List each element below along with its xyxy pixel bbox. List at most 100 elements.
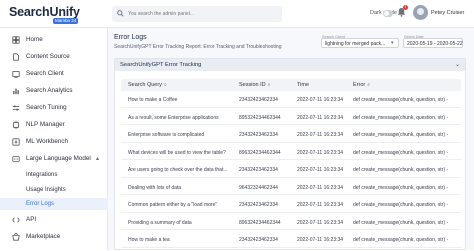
table-cell: 896324234462344 (239, 219, 281, 226)
table-cell: How to make a tea (128, 237, 170, 243)
panel-title: SearchUnifyGPT Error Tracking (120, 62, 202, 68)
table-header: Search Query ⌕ Session ID ⌕ Time Error ⌕ (121, 79, 461, 91)
date-range-picker[interactable]: 2020-05-19 - 2020-05-22 (403, 38, 463, 48)
analytics-icon (13, 88, 19, 95)
table-cell: 23432423462334 (239, 132, 278, 138)
search-icon[interactable]: ⌕ (367, 82, 370, 88)
marketplace-icon (12, 233, 20, 241)
table-cell: 2022-07-11 16:23:34 (297, 149, 344, 156)
table-cell: 23432423462334 (239, 97, 278, 103)
sidebar-item-label: Search Analytics (26, 87, 73, 94)
table-cell: Enterprise software is complicated (128, 132, 205, 138)
table-cell: 96432324462344 (239, 184, 278, 191)
top-bar: SearchUnify Mamba 24 Dark mode 1 Petey C… (0, 0, 474, 28)
sidebar-subitem-error-logs[interactable]: Error Logs (0, 198, 108, 210)
version-badge: Mamba 24 (53, 18, 79, 24)
column-header-session-id[interactable]: Session ID ⌕ (239, 82, 270, 88)
sidebar-item-ml-workbench[interactable]: ML Workbench (0, 135, 108, 149)
table-cell: 2022-07-11 16:23:34 (297, 219, 344, 226)
api-icon (12, 217, 20, 223)
table-cell: 896324234462344 (239, 149, 281, 156)
table-cell: 2022-07-11 16:23:34 (297, 184, 344, 191)
search-icon[interactable]: ⌕ (268, 82, 271, 88)
user-name[interactable]: Petey Cruiser (431, 10, 464, 16)
table-cell: def create_message(chunk, question, str)… (353, 132, 449, 138)
sidebar-subitem-label: Usage Insights (26, 187, 66, 193)
table-row[interactable]: Common pattern either by a "load more" 23… (121, 197, 461, 213)
date-range-value: 2020-05-19 - 2020-05-22 (407, 40, 463, 47)
sidebar-item-label: NLP Manager (26, 121, 65, 128)
sidebar-item-search-client[interactable]: Search Client (0, 67, 108, 81)
chevron-up-icon: ▴ (96, 156, 100, 162)
table-cell: 2022-07-11 16:23:34 (297, 132, 344, 138)
sidebar-item-large-language-model[interactable]: Large Language Model ▴ (0, 152, 108, 166)
table-cell: What devices will be used to view the ta… (128, 149, 226, 156)
table-cell: Are users going to check over the data t… (128, 167, 228, 173)
search-client-dropdown[interactable]: lightning for merged pack... ▾ (321, 38, 399, 48)
table-cell: Dealing with lots of data (128, 184, 182, 191)
sidebar-item-label: Home (26, 36, 43, 43)
tuning-icon (12, 105, 20, 111)
table-cell: 23432423462334 (239, 167, 278, 173)
table-cell: As a result, some Enterprise application… (128, 114, 219, 121)
column-header-error[interactable]: Error ⌕ (353, 82, 370, 88)
table-cell: def create_message(chunk, question, str)… (353, 202, 449, 208)
table-row[interactable]: How to make a Coffee 23432423462334 2022-0… (121, 92, 461, 108)
page-subtitle: SearchUnifyGPT Error Tracking Report: Er… (114, 44, 282, 50)
sidebar-subitem-label: Integrations (26, 172, 58, 178)
table-cell: 2022-07-11 16:23:34 (297, 202, 344, 208)
table-cell: def create_message(chunk, question, str)… (353, 97, 449, 103)
sidebar-item-marketplace[interactable]: Marketplace (0, 230, 108, 244)
table-row[interactable]: Dealing with lots of data 96432324462344 2… (121, 180, 461, 195)
table-cell: How to make a Coffee (128, 97, 178, 103)
table-cell: 2022-07-11 16:23:34 (297, 167, 344, 173)
sidebar-subitem-usage-insights[interactable]: Usage Insights (0, 184, 108, 196)
column-header-label: Error (353, 82, 366, 88)
admin-search-bar[interactable] (112, 6, 282, 22)
sidebar-item-content-source[interactable]: Content Source (0, 50, 108, 64)
table-row[interactable]: Providing a summary of data 8963242344623… (121, 215, 461, 230)
sidebar-item-search-analytics[interactable]: Search Analytics (0, 84, 108, 98)
table-cell: 23432423462334 (239, 237, 278, 243)
table-cell: 2022-07-11 16:23:34 (297, 237, 344, 243)
column-header-search-query[interactable]: Search Query ⌕ (128, 82, 167, 88)
table-row[interactable]: What devices will be used to view the ta… (121, 145, 461, 160)
table-cell: Providing a summary of data (128, 219, 192, 226)
error-tracking-panel: SearchUnifyGPT Error Tracking ⌄ Search Q… (114, 58, 466, 250)
page-title: Error Logs (114, 34, 147, 41)
table-cell: def create_message(chunk, question, str)… (353, 167, 449, 173)
column-header-time[interactable]: Time (297, 82, 309, 88)
sidebar-item-nlp-manager[interactable]: NLP Manager (0, 118, 108, 132)
table-row[interactable]: As a result, some Enterprise application… (121, 110, 461, 125)
sidebar-subitem-integrations[interactable]: Integrations (0, 169, 108, 181)
dark-mode-toggle[interactable] (383, 10, 393, 17)
sidebar-item-search-tuning[interactable]: Search Tuning (0, 101, 108, 115)
table-cell: Common pattern either by a "load more" (128, 202, 218, 208)
table-cell: 2022-07-11 16:23:34 (297, 114, 344, 121)
sidebar-item-api[interactable]: API (0, 213, 108, 227)
sidebar-item-label: API (26, 216, 37, 223)
search-icon (117, 10, 124, 17)
nlp-icon (13, 121, 19, 129)
chevron-down-icon[interactable]: ⌄ (455, 61, 460, 68)
sidebar-item-label: ML Workbench (26, 138, 68, 145)
sidebar-item-home[interactable]: Home (0, 33, 108, 47)
sidebar-item-label: Large Language Model (26, 155, 91, 162)
sidebar-item-label: Search Client (26, 70, 64, 77)
search-icon[interactable]: ⌕ (164, 82, 167, 88)
table-cell: def create_message(chunk, question, str)… (353, 149, 449, 156)
table-row[interactable]: Enterprise software is complicated 234324… (121, 127, 461, 143)
table-row[interactable]: How to make a tea 23432423462334 2022-07-1… (121, 232, 461, 248)
column-header-label: Session ID (239, 82, 266, 88)
table-cell: 895324234462344 (239, 114, 281, 121)
sidebar: Home Content Source Search Client Search… (0, 28, 108, 250)
column-header-label: Search Query (128, 82, 162, 88)
search-client-dropdown-value: lightning for merged pack... (325, 40, 386, 47)
table-cell: 23432423462334 (239, 202, 278, 208)
sidebar-item-label: Content Source (26, 53, 70, 60)
home-icon (12, 36, 20, 44)
user-avatar[interactable] (413, 5, 428, 20)
table-row[interactable]: Are users going to check over the data t… (121, 162, 461, 178)
admin-search-input[interactable] (128, 8, 278, 20)
panel-header[interactable]: SearchUnifyGPT Error Tracking ⌄ (115, 59, 465, 71)
